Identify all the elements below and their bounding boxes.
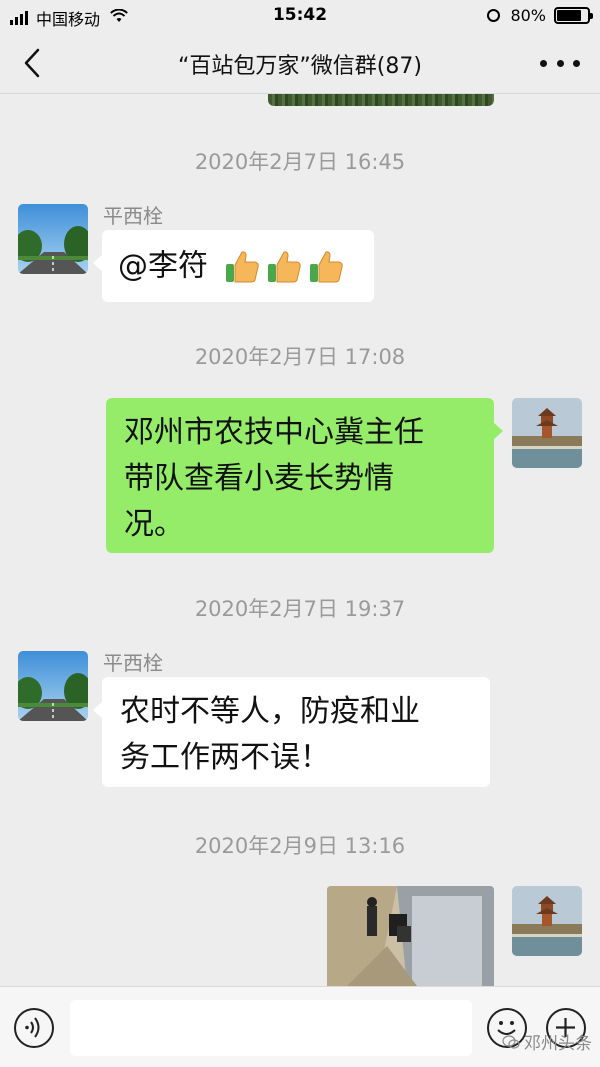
- status-bar: 中国移动 15:42 80%: [0, 0, 600, 32]
- voice-icon: [25, 1017, 40, 1038]
- avatar-self[interactable]: [512, 398, 582, 468]
- road-landscape-avatar-image: [18, 651, 88, 721]
- pavilion-landscape-avatar-image: [512, 886, 582, 956]
- thumbs-up-icon: [266, 249, 302, 285]
- incoming-message-bubble[interactable]: @李符: [93, 230, 374, 302]
- sender-name: 平西栓: [103, 204, 163, 228]
- message-line: 况。: [124, 507, 184, 542]
- avatar-self[interactable]: [512, 886, 582, 956]
- avatar-sender[interactable]: [18, 651, 88, 721]
- avatar-sender[interactable]: [18, 204, 88, 274]
- more-button[interactable]: [540, 50, 580, 76]
- watermark: 邓州头条: [502, 1029, 592, 1054]
- battery-fill: [557, 10, 581, 21]
- battery-icon: [554, 7, 593, 24]
- voice-button[interactable]: [14, 1008, 54, 1048]
- message-line: 邓州市农技中心冀主任: [124, 415, 424, 450]
- status-right: 80%: [487, 6, 593, 25]
- more-dots-icon: [540, 59, 547, 67]
- message-timestamp: 2020年2月7日 17:08: [194, 345, 406, 369]
- incoming-message-bubble[interactable]: 农时不等人，防疫和业 务工作两不误！: [93, 677, 490, 787]
- more-dot: [556, 59, 564, 67]
- message-timestamp: 2020年2月7日 19:37: [194, 597, 406, 621]
- sender-name: 平西栓: [103, 651, 163, 675]
- battery-percent: 80%: [510, 6, 546, 25]
- thumbs-up-icon: [308, 249, 344, 285]
- thumbs-up-icon: [224, 249, 260, 285]
- nav-bar: “百站包万家”微信群(87): [0, 32, 600, 94]
- message-line: 农时不等人，防疫和业: [120, 694, 420, 729]
- outgoing-message-bubble[interactable]: 邓州市农技中心冀主任 带队查看小麦长势情 况。: [106, 398, 503, 553]
- road-landscape-avatar-image: [18, 204, 88, 274]
- message-timestamp: 2020年2月9日 13:16: [194, 834, 406, 858]
- watermark-text: 邓州头条: [524, 1034, 592, 1054]
- message-input[interactable]: [70, 1000, 472, 1056]
- message-timestamp: 2020年2月7日 16:45: [194, 150, 406, 174]
- message-line: 务工作两不误！: [120, 740, 330, 775]
- chat-title: “百站包万家”微信群(87): [178, 54, 422, 79]
- chat-area[interactable]: 2020年2月7日 16:45 平西栓 @李符 2020年2月7日 17:08 …: [0, 94, 600, 986]
- more-dot: [573, 59, 580, 67]
- wechat-logo-icon: [502, 1034, 520, 1049]
- message-text: @李符: [118, 248, 208, 284]
- field-work-photo-image: [327, 886, 494, 986]
- message-line: 带队查看小麦长势情: [124, 461, 394, 496]
- pavilion-landscape-avatar-image: [512, 398, 582, 468]
- image-message-partial[interactable]: [268, 94, 494, 106]
- input-bar: [0, 986, 600, 1067]
- alarm-icon: [487, 9, 501, 22]
- image-message[interactable]: [327, 886, 494, 986]
